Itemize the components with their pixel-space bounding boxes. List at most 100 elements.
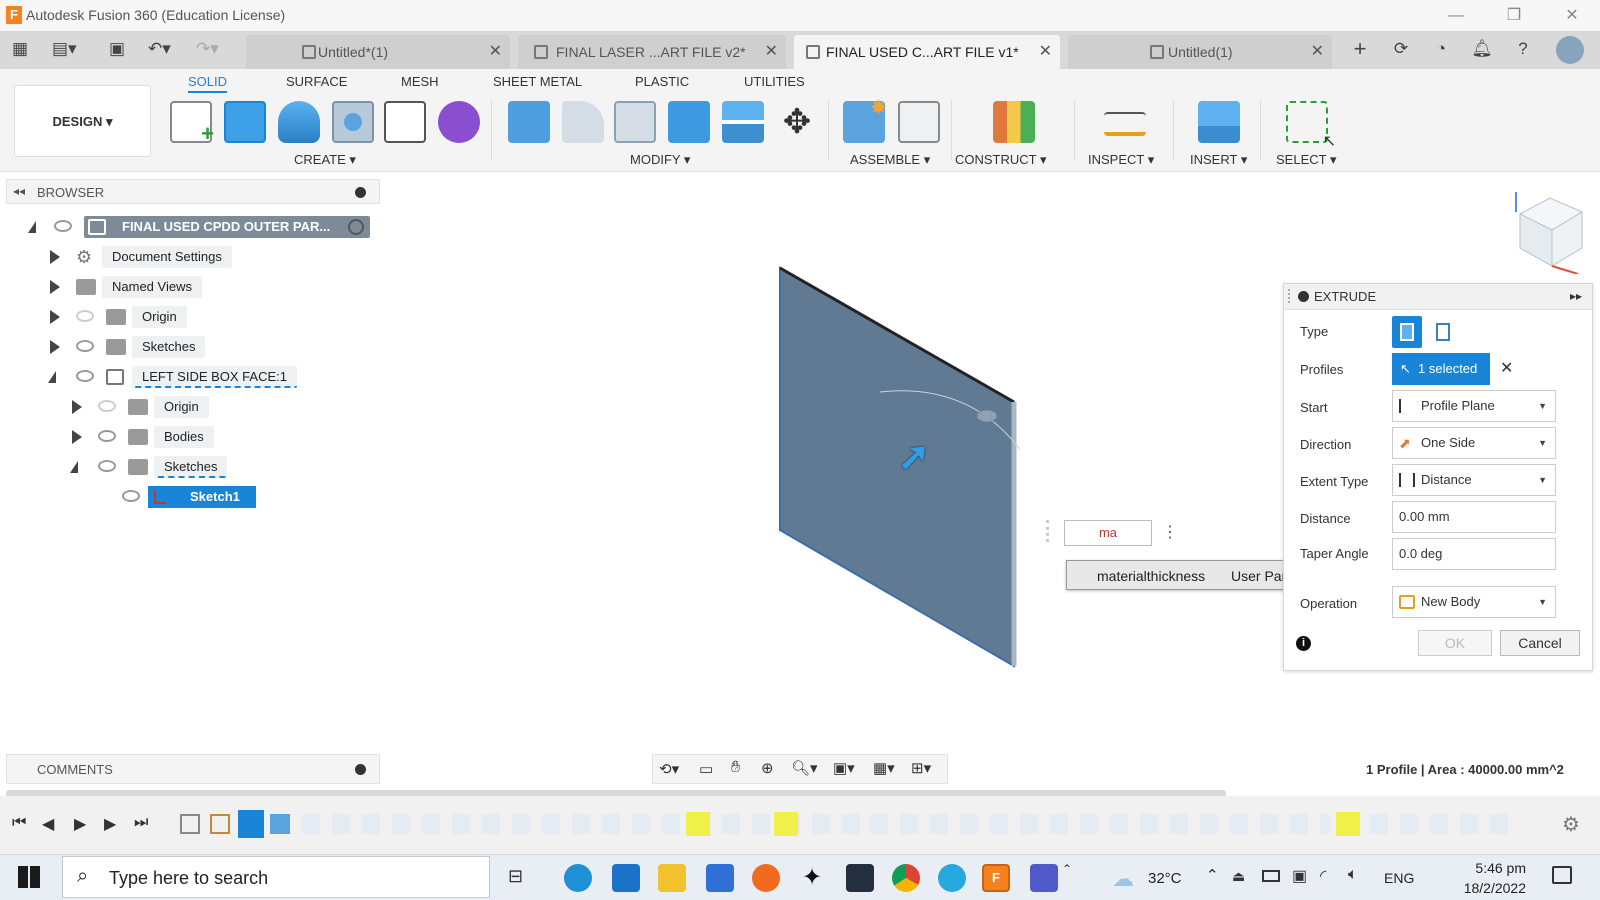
timeline-feature-icon[interactable] <box>270 814 290 834</box>
firefox-icon[interactable] <box>752 864 780 892</box>
tab-mesh[interactable]: MESH <box>401 74 439 89</box>
operation-dropdown[interactable]: New Body ▼ <box>1392 586 1556 618</box>
close-tab-icon[interactable]: ✕ <box>1311 35 1324 69</box>
volume-icon[interactable]: 🔈︎ <box>1348 866 1358 884</box>
construct-menu[interactable]: CONSTRUCT ▾ <box>955 152 1047 168</box>
extrude-header[interactable]: EXTRUDE ▸▸ <box>1284 284 1592 310</box>
joint-icon[interactable] <box>898 101 940 143</box>
clock-time[interactable]: 5:46 pm <box>1462 860 1526 876</box>
file-menu-icon[interactable]: ▤▾ <box>52 38 77 60</box>
close-tab-icon[interactable]: ✕ <box>1039 35 1052 69</box>
restore-button[interactable]: ❐ <box>1494 4 1534 28</box>
start-dropdown[interactable]: Profile Plane ▼ <box>1392 390 1556 422</box>
insert-image-icon[interactable] <box>1198 101 1240 143</box>
redo-icon[interactable]: ↷▾ <box>196 38 219 60</box>
extent-type-dropdown[interactable]: Distance ▼ <box>1392 464 1556 496</box>
dropbox-icon[interactable]: ✦ <box>798 864 826 892</box>
language-indicator[interactable]: ENG <box>1384 870 1414 886</box>
taskbar-search[interactable]: ⌕ Type here to search <box>62 856 490 898</box>
pin-panel-icon[interactable] <box>355 187 366 198</box>
amazon-icon[interactable] <box>846 864 874 892</box>
revolve-icon[interactable] <box>278 101 320 143</box>
modify-menu[interactable]: MODIFY ▾ <box>630 152 690 168</box>
show-hidden-icons[interactable]: ⌃ <box>1206 866 1219 884</box>
info-icon[interactable]: i <box>1296 636 1311 651</box>
extrude-preview-plate[interactable] <box>760 262 1020 672</box>
orbit-icon[interactable]: ⟲▾ <box>659 760 679 778</box>
edge-browser-icon[interactable] <box>564 864 592 892</box>
sync-icon[interactable]: ⟳ <box>1390 38 1412 60</box>
drag-handle-icon[interactable] <box>1046 520 1054 542</box>
task-view-icon[interactable]: ⊟ <box>508 866 523 887</box>
job-status-icon[interactable]: ◔ <box>1430 38 1452 60</box>
browser-panel-header[interactable]: ◂◂ BROWSER <box>6 179 380 204</box>
tab-final-used[interactable]: FINAL USED C...ART FILE v1* ✕ <box>794 35 1060 69</box>
user-avatar[interactable] <box>1556 36 1584 64</box>
chamfer-icon[interactable] <box>614 101 656 143</box>
tab-solid[interactable]: SOLID <box>188 74 228 93</box>
type-thin-icon[interactable] <box>1428 316 1458 348</box>
collapse-panel-icon[interactable]: ◂◂ <box>13 184 25 198</box>
inspect-menu[interactable]: INSPECT ▾ <box>1088 152 1154 168</box>
tab-final-laser[interactable]: FINAL LASER ...ART FILE v2* ✕ <box>518 35 786 69</box>
ok-button[interactable]: OK <box>1418 630 1492 656</box>
viewports-icon[interactable]: ⊞▾ <box>911 759 931 777</box>
pattern-icon[interactable] <box>384 101 426 143</box>
taper-angle-field[interactable]: 0.0 deg <box>1392 538 1556 570</box>
offset-plane-icon[interactable] <box>993 101 1035 143</box>
distance-field[interactable]: 0.00 mm <box>1392 501 1556 533</box>
assemble-menu[interactable]: ASSEMBLE ▾ <box>850 152 930 168</box>
weather-cloud-icon[interactable]: ☁ <box>1112 866 1134 892</box>
close-tab-icon[interactable]: ✕ <box>765 35 778 69</box>
clock-date[interactable]: 18/2/2022 <box>1452 880 1526 896</box>
tab-sheet-metal[interactable]: SHEET METAL <box>493 74 582 89</box>
timeline-marker[interactable] <box>238 810 264 838</box>
notifications-bell-icon[interactable]: 🔔︎ <box>1471 38 1493 60</box>
timeline-future-features[interactable] <box>870 814 1330 834</box>
create-menu[interactable]: CREATE ▾ <box>294 152 356 168</box>
save-icon[interactable]: ▣ <box>106 38 128 60</box>
display-settings-icon[interactable]: ▣▾ <box>833 759 855 777</box>
zoom-icon[interactable]: ⊕ <box>761 759 774 777</box>
clear-selection-icon[interactable]: ✕ <box>1500 358 1513 378</box>
windows-start-icon[interactable] <box>18 866 40 888</box>
tab-untitled-plain[interactable]: Untitled(1) ✕ <box>1068 35 1332 69</box>
measure-icon[interactable] <box>1104 112 1146 136</box>
fit-zoom-icon[interactable]: 🔍︎▾ <box>791 759 818 777</box>
pan-hand-icon[interactable]: ✋︎ <box>731 759 740 777</box>
select-icon[interactable]: ↖ <box>1286 101 1336 150</box>
timeline-sketch-icon[interactable] <box>1336 812 1360 836</box>
tab-surface[interactable]: SURFACE <box>286 74 347 89</box>
insert-menu[interactable]: INSERT ▾ <box>1190 152 1247 168</box>
usb-icon[interactable]: ⏏ <box>1232 868 1245 885</box>
step-back-icon[interactable]: ◀ <box>42 814 54 834</box>
close-button[interactable]: ✕ <box>1552 4 1592 28</box>
wifi-icon[interactable]: ◜ <box>1320 866 1326 886</box>
more-options-icon[interactable]: ⋮ <box>1162 522 1178 542</box>
combine-icon[interactable] <box>668 101 710 143</box>
select-menu[interactable]: SELECT ▾ <box>1276 152 1336 168</box>
split-body-icon[interactable] <box>722 101 764 143</box>
notification-center-icon[interactable] <box>1552 866 1572 884</box>
timeline-features[interactable] <box>180 810 1550 840</box>
tab-utilities[interactable]: UTILITIES <box>744 74 805 89</box>
type-solid-icon[interactable] <box>1392 316 1422 348</box>
timeline-sketch-icon[interactable] <box>774 812 798 836</box>
timeline-feature-icon[interactable] <box>180 814 200 834</box>
display-icon[interactable]: ▣ <box>1292 866 1307 886</box>
scroll-up-icon[interactable]: ⌃ <box>1062 862 1072 876</box>
teams-icon[interactable] <box>1030 864 1058 892</box>
new-tab-icon[interactable]: + <box>1349 38 1371 60</box>
form-icon[interactable] <box>438 101 480 143</box>
step-forward-icon[interactable]: ▶ <box>104 814 116 834</box>
direction-dropdown[interactable]: ⬈ One Side ▼ <box>1392 427 1556 459</box>
view-cube[interactable] <box>1506 190 1590 274</box>
drag-handle-icon[interactable] <box>1288 289 1291 303</box>
comments-panel-header[interactable]: COMMENTS <box>6 754 380 784</box>
new-component-icon[interactable]: ✸ <box>843 97 887 143</box>
cancel-button[interactable]: Cancel <box>1500 630 1580 656</box>
timeline-feature-icon[interactable] <box>210 814 230 834</box>
press-pull-icon[interactable] <box>508 101 550 143</box>
undo-icon[interactable]: ↶▾ <box>148 38 171 60</box>
battery-icon[interactable] <box>1262 870 1280 882</box>
